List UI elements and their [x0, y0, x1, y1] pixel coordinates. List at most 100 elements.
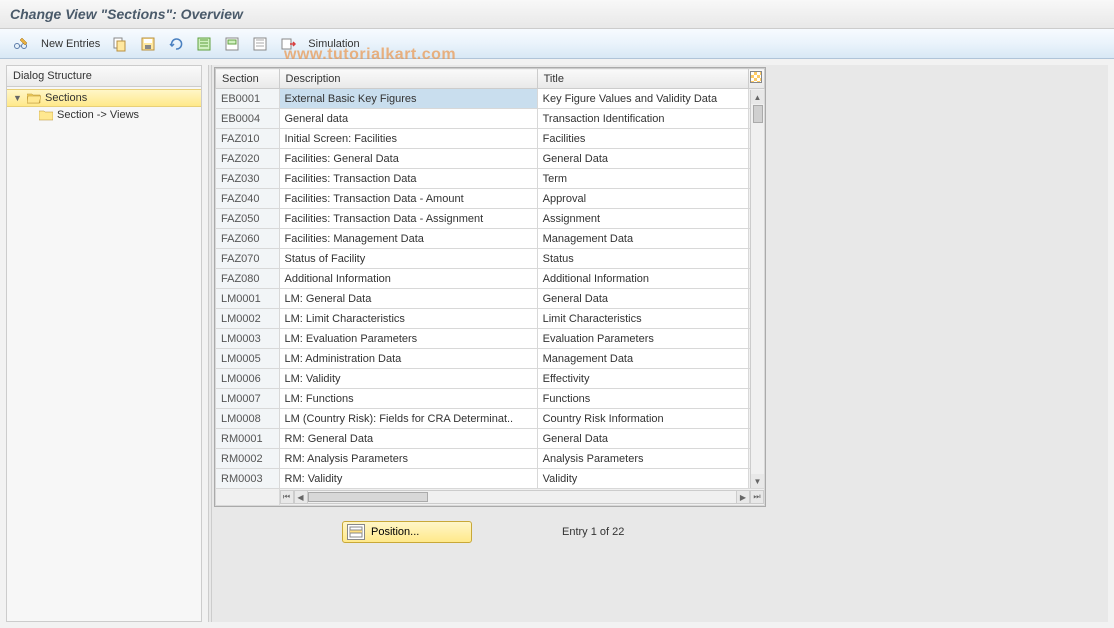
scroll-left-full-icon[interactable]: ⏮: [280, 490, 294, 504]
table-row[interactable]: LM0005LM: Administration DataManagement …: [216, 349, 765, 369]
cell-title[interactable]: Transaction Identification: [537, 109, 748, 129]
cell-title[interactable]: Key Figure Values and Validity Data: [537, 89, 748, 109]
cell-title[interactable]: Management Data: [537, 349, 748, 369]
toggle-display-button[interactable]: [8, 33, 34, 55]
select-block-button[interactable]: [219, 33, 245, 55]
cell-section[interactable]: EB0001: [216, 89, 280, 109]
hscroll-track[interactable]: [308, 490, 737, 504]
cell-title[interactable]: Evaluation Parameters: [537, 329, 748, 349]
cell-title[interactable]: Analysis Parameters: [537, 449, 748, 469]
cell-description[interactable]: LM: Functions: [279, 389, 537, 409]
cell-description[interactable]: LM (Country Risk): Fields for CRA Determ…: [279, 409, 537, 429]
cell-title[interactable]: Facilities: [537, 129, 748, 149]
deselect-all-button[interactable]: [247, 33, 273, 55]
table-row[interactable]: LM0007LM: FunctionsFunctions: [216, 389, 765, 409]
cell-section[interactable]: FAZ040: [216, 189, 280, 209]
table-row[interactable]: FAZ030Facilities: Transaction DataTerm: [216, 169, 765, 189]
select-all-button[interactable]: [191, 33, 217, 55]
table-row[interactable]: FAZ050Facilities: Transaction Data - Ass…: [216, 209, 765, 229]
cell-description[interactable]: Facilities: Transaction Data - Assignmen…: [279, 209, 537, 229]
scroll-down-icon[interactable]: ▼: [751, 474, 764, 488]
table-row[interactable]: LM0003LM: Evaluation ParametersEvaluatio…: [216, 329, 765, 349]
table-row[interactable]: RM0003RM: ValidityValidity: [216, 469, 765, 489]
table-row[interactable]: LM0008LM (Country Risk): Fields for CRA …: [216, 409, 765, 429]
cell-description[interactable]: Facilities: General Data: [279, 149, 537, 169]
cell-description[interactable]: Facilities: Transaction Data: [279, 169, 537, 189]
cell-description[interactable]: Facilities: Management Data: [279, 229, 537, 249]
cell-description[interactable]: Facilities: Transaction Data - Amount: [279, 189, 537, 209]
cell-title[interactable]: Validity: [537, 469, 748, 489]
table-row[interactable]: RM0002RM: Analysis ParametersAnalysis Pa…: [216, 449, 765, 469]
col-header-description[interactable]: Description: [279, 69, 537, 89]
table-row[interactable]: FAZ020Facilities: General DataGeneral Da…: [216, 149, 765, 169]
cell-section[interactable]: FAZ060: [216, 229, 280, 249]
cell-description[interactable]: LM: Administration Data: [279, 349, 537, 369]
cell-section[interactable]: FAZ010: [216, 129, 280, 149]
expand-toggle-icon[interactable]: ▼: [13, 93, 23, 103]
cell-section[interactable]: LM0008: [216, 409, 280, 429]
simulation-button[interactable]: Simulation: [303, 33, 364, 55]
table-row[interactable]: LM0002LM: Limit CharacteristicsLimit Cha…: [216, 309, 765, 329]
delimit-button[interactable]: [275, 33, 301, 55]
table-row[interactable]: FAZ060Facilities: Management DataManagem…: [216, 229, 765, 249]
cell-section[interactable]: LM0002: [216, 309, 280, 329]
cell-title[interactable]: Management Data: [537, 229, 748, 249]
cell-title[interactable]: Approval: [537, 189, 748, 209]
cell-title[interactable]: Additional Information: [537, 269, 748, 289]
copy-button[interactable]: [107, 33, 133, 55]
cell-description[interactable]: RM: Analysis Parameters: [279, 449, 537, 469]
cell-title[interactable]: Assignment: [537, 209, 748, 229]
cell-title[interactable]: Status: [537, 249, 748, 269]
cell-section[interactable]: FAZ020: [216, 149, 280, 169]
cell-section[interactable]: FAZ070: [216, 249, 280, 269]
cell-title[interactable]: Effectivity: [537, 369, 748, 389]
cell-title[interactable]: Term: [537, 169, 748, 189]
cell-description[interactable]: LM: General Data: [279, 289, 537, 309]
cell-section[interactable]: RM0001: [216, 429, 280, 449]
cell-section[interactable]: RM0003: [216, 469, 280, 489]
cell-title[interactable]: Functions: [537, 389, 748, 409]
table-row[interactable]: FAZ080Additional InformationAdditional I…: [216, 269, 765, 289]
scroll-left-icon[interactable]: ◀: [294, 490, 308, 504]
table-row[interactable]: LM0006LM: ValidityEffectivity: [216, 369, 765, 389]
cell-section[interactable]: FAZ050: [216, 209, 280, 229]
cell-description[interactable]: Initial Screen: Facilities: [279, 129, 537, 149]
table-row[interactable]: FAZ040Facilities: Transaction Data - Amo…: [216, 189, 765, 209]
hscroll-thumb[interactable]: [308, 492, 428, 502]
cell-description[interactable]: LM: Limit Characteristics: [279, 309, 537, 329]
tree-item-sections[interactable]: ▼ Sections: [7, 89, 201, 107]
cell-section[interactable]: RM0002: [216, 449, 280, 469]
cell-title[interactable]: Country Risk Information: [537, 409, 748, 429]
cell-title[interactable]: General Data: [537, 289, 748, 309]
table-row[interactable]: FAZ070Status of FacilityStatus: [216, 249, 765, 269]
cell-section[interactable]: LM0001: [216, 289, 280, 309]
cell-description[interactable]: LM: Validity: [279, 369, 537, 389]
table-row[interactable]: LM0001LM: General DataGeneral Data: [216, 289, 765, 309]
cell-title[interactable]: General Data: [537, 149, 748, 169]
scroll-right-icon[interactable]: ▶: [736, 490, 750, 504]
cell-description[interactable]: General data: [279, 109, 537, 129]
cell-section[interactable]: LM0006: [216, 369, 280, 389]
cell-description[interactable]: RM: General Data: [279, 429, 537, 449]
cell-section[interactable]: EB0004: [216, 109, 280, 129]
cell-title[interactable]: General Data: [537, 429, 748, 449]
table-row[interactable]: EB0001External Basic Key FiguresKey Figu…: [216, 89, 765, 109]
cell-title[interactable]: Limit Characteristics: [537, 309, 748, 329]
col-header-section[interactable]: Section: [216, 69, 280, 89]
save-button[interactable]: [135, 33, 161, 55]
table-config-button[interactable]: [748, 69, 764, 89]
table-row[interactable]: EB0004General dataTransaction Identifica…: [216, 109, 765, 129]
cell-description[interactable]: Additional Information: [279, 269, 537, 289]
tree-item-section-views[interactable]: Section -> Views: [7, 107, 201, 123]
cell-description[interactable]: Status of Facility: [279, 249, 537, 269]
table-row[interactable]: FAZ010Initial Screen: FacilitiesFaciliti…: [216, 129, 765, 149]
cell-section[interactable]: FAZ030: [216, 169, 280, 189]
scroll-right-full-icon[interactable]: ⏭: [750, 490, 764, 504]
cell-description[interactable]: RM: Validity: [279, 469, 537, 489]
new-entries-button[interactable]: New Entries: [36, 33, 105, 55]
cell-section[interactable]: LM0003: [216, 329, 280, 349]
scroll-up-icon[interactable]: ▲: [751, 90, 764, 104]
cell-section[interactable]: FAZ080: [216, 269, 280, 289]
vertical-scrollbar[interactable]: ▲ ▼: [750, 90, 764, 488]
cell-section[interactable]: LM0007: [216, 389, 280, 409]
